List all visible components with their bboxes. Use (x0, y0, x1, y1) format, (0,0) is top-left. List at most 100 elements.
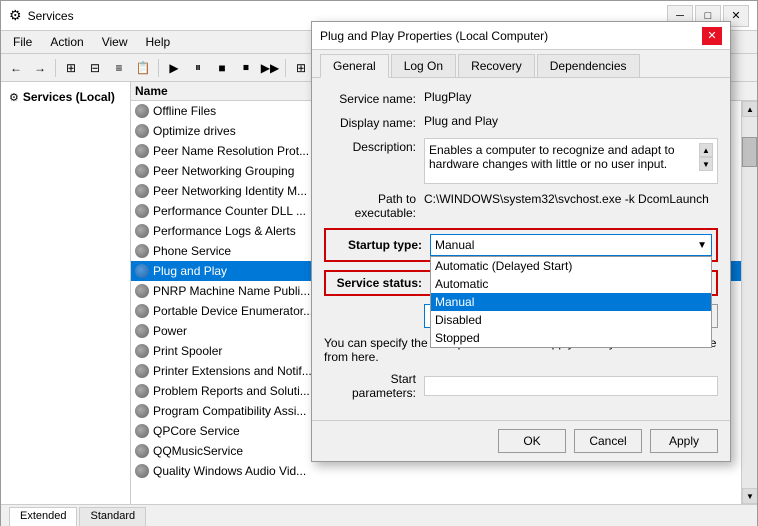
startup-type-label: Startup type: (330, 238, 430, 252)
service-icon (135, 384, 149, 398)
path-value: C:\WINDOWS\system32\svchost.exe -k DcomL… (424, 192, 718, 220)
service-name: Offline Files (153, 104, 216, 118)
menu-help[interactable]: Help (138, 33, 179, 51)
scroll-track[interactable] (742, 117, 757, 488)
startup-type-row: Startup type: Manual ▼ Automatic (Delaye… (324, 228, 718, 262)
option-manual[interactable]: Manual (431, 293, 711, 311)
service-name: Performance Logs & Alerts (153, 224, 296, 238)
dialog-close-button[interactable]: ✕ (702, 27, 722, 45)
menu-file[interactable]: File (5, 33, 40, 51)
tab-recovery[interactable]: Recovery (458, 54, 535, 77)
scroll-up-button[interactable]: ▲ (742, 101, 757, 117)
show-hide-button[interactable]: ⊞ (60, 57, 82, 79)
path-row: Path to executable: C:\WINDOWS\system32\… (324, 192, 718, 220)
dialog-tabs: General Log On Recovery Dependencies (312, 50, 730, 78)
path-label: Path to executable: (324, 192, 424, 220)
service-icon (135, 284, 149, 298)
toolbar-separator-2 (158, 59, 159, 77)
desc-scroll-down[interactable]: ▼ (699, 157, 713, 171)
description-text: Enables a computer to recognize and adap… (429, 143, 697, 171)
service-icon (135, 364, 149, 378)
dialog-title-bar: Plug and Play Properties (Local Computer… (312, 22, 730, 50)
description-field: Enables a computer to recognize and adap… (424, 138, 718, 184)
stop-toolbar-button[interactable]: ■ (211, 57, 233, 79)
startup-dropdown-list: Automatic (Delayed Start) Automatic Manu… (430, 256, 712, 348)
service-icon (135, 444, 149, 458)
services-local-icon: ⚙ (9, 91, 19, 104)
menu-action[interactable]: Action (42, 33, 91, 51)
service-name: Optimize drives (153, 124, 236, 138)
description-scroll: Enables a computer to recognize and adap… (429, 143, 713, 171)
scroll-thumb[interactable] (742, 137, 757, 167)
service-name: Print Spooler (153, 344, 222, 358)
display-name-row: Display name: Plug and Play (324, 114, 718, 130)
tab-dependencies[interactable]: Dependencies (537, 54, 640, 77)
properties-button[interactable]: ⊞ (290, 57, 312, 79)
list-scrollbar[interactable]: ▲ ▼ (741, 101, 757, 504)
apply-button[interactable]: Apply (650, 429, 718, 453)
dialog-content: Service name: PlugPlay Display name: Plu… (312, 78, 730, 420)
menu-view[interactable]: View (94, 33, 136, 51)
option-automatic-delayed[interactable]: Automatic (Delayed Start) (431, 257, 711, 275)
start-params-row: Start parameters: (324, 372, 718, 400)
service-icon (135, 104, 149, 118)
service-icon (135, 304, 149, 318)
service-name: PNRP Machine Name Publi... (153, 284, 310, 298)
pause-toolbar-button[interactable]: ⏸ (187, 57, 209, 79)
tab-general[interactable]: General (320, 54, 389, 78)
collapse-button[interactable]: ⊟ (84, 57, 106, 79)
service-name: Printer Extensions and Notif... (153, 364, 312, 378)
service-name: QQMusicService (153, 444, 243, 458)
tab-standard[interactable]: Standard (79, 507, 146, 526)
play-button[interactable]: ▶ (163, 57, 185, 79)
scroll-down-button[interactable]: ▼ (742, 488, 757, 504)
forward-button[interactable]: → (29, 57, 51, 79)
cancel-button[interactable]: Cancel (574, 429, 642, 453)
desc-scroll-up[interactable]: ▲ (699, 143, 713, 157)
service-icon (135, 244, 149, 258)
service-icon (135, 164, 149, 178)
service-icon (135, 344, 149, 358)
description-label: Description: (324, 138, 424, 154)
services-window: ⚙ Services ─ □ ✕ File Action View Help ←… (0, 0, 758, 526)
toolbar-separator-3 (285, 59, 286, 77)
service-name: Problem Reports and Soluti... (153, 384, 310, 398)
service-icon (135, 404, 149, 418)
step-button[interactable]: ▶▶ (259, 57, 281, 79)
list-button[interactable]: ≡ (108, 57, 130, 79)
restart-button[interactable]: ⏹ (235, 57, 257, 79)
tab-extended[interactable]: Extended (9, 507, 77, 526)
list-item[interactable]: Quality Windows Audio Vid... (131, 461, 741, 481)
service-icon (135, 224, 149, 238)
dialog-title: Plug and Play Properties (Local Computer… (320, 29, 702, 43)
left-panel: ⚙ Services (Local) (1, 82, 131, 504)
service-name: Peer Name Resolution Prot... (153, 144, 309, 158)
service-icon (135, 124, 149, 138)
back-button[interactable]: ← (5, 57, 27, 79)
option-automatic[interactable]: Automatic (431, 275, 711, 293)
service-name: Quality Windows Audio Vid... (153, 464, 306, 478)
start-params-label: Start parameters: (324, 372, 424, 400)
export-button[interactable]: 📋 (132, 57, 154, 79)
service-name: Phone Service (153, 244, 231, 258)
service-name: Peer Networking Identity M... (153, 184, 307, 198)
option-stopped[interactable]: Stopped (431, 329, 711, 347)
startup-type-dropdown[interactable]: Manual ▼ Automatic (Delayed Start) Autom… (430, 234, 712, 256)
services-local-label[interactable]: Services (Local) (23, 90, 115, 104)
service-icon (135, 324, 149, 338)
dropdown-arrow-icon: ▼ (697, 240, 707, 251)
dropdown-header[interactable]: Manual ▼ (430, 234, 712, 256)
ok-button[interactable]: OK (498, 429, 566, 453)
service-icon (135, 204, 149, 218)
display-name-label: Display name: (324, 114, 424, 130)
tab-logon[interactable]: Log On (391, 54, 456, 77)
service-icon (135, 144, 149, 158)
service-name: Performance Counter DLL ... (153, 204, 306, 218)
description-row: Description: Enables a computer to recog… (324, 138, 718, 184)
service-name: Power (153, 324, 187, 338)
display-name-value: Plug and Play (424, 114, 718, 128)
start-params-input[interactable] (424, 376, 718, 396)
service-name: Portable Device Enumerator... (153, 304, 313, 318)
option-disabled[interactable]: Disabled (431, 311, 711, 329)
service-icon (135, 424, 149, 438)
